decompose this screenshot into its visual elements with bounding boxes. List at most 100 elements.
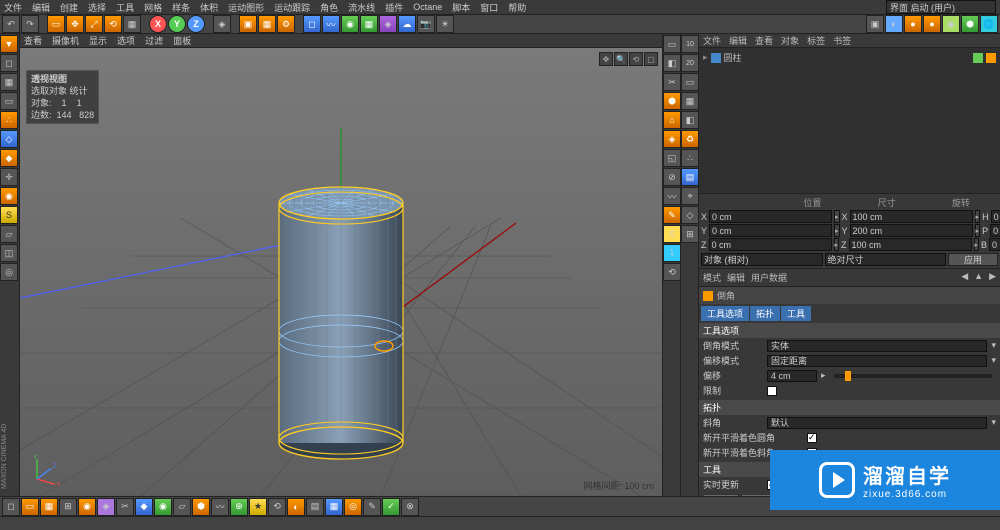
coord-apply-button[interactable]: 应用 <box>948 253 998 266</box>
bt-11[interactable]: 〰 <box>211 498 229 516</box>
snap-toggle[interactable]: S <box>0 206 18 224</box>
undo-button[interactable]: ↶ <box>2 15 20 33</box>
attr-mode[interactable]: 模式 <box>703 271 721 284</box>
palette-a13[interactable]: ⟲ <box>663 263 681 281</box>
vp-panel[interactable]: 面板 <box>173 34 191 47</box>
workplane-tool[interactable]: ▱ <box>0 225 18 243</box>
size-x-step[interactable]: ▸ <box>975 210 981 223</box>
subtab-tool[interactable]: 工具 <box>781 306 811 321</box>
deformer[interactable]: ◈ <box>379 15 397 33</box>
size-x[interactable] <box>850 210 973 223</box>
environment[interactable]: ☁ <box>398 15 416 33</box>
menu-tools[interactable]: 工具 <box>116 1 134 14</box>
vp-nav-max-icon[interactable]: ▢ <box>644 52 658 66</box>
phong-round-checkbox[interactable] <box>807 433 817 443</box>
limit-checkbox[interactable] <box>767 386 777 396</box>
attr-userdata[interactable]: 用户数据 <box>751 271 787 284</box>
coord-mode-select[interactable]: 对象 (相对) <box>701 253 823 266</box>
octane-2[interactable]: ◐ <box>885 15 903 33</box>
palette-a11[interactable]: S <box>663 225 681 243</box>
bt-4[interactable]: ◉ <box>78 498 96 516</box>
subtab-topology[interactable]: 拓扑 <box>750 306 780 321</box>
camera[interactable]: 📷 <box>417 15 435 33</box>
menu-plugins[interactable]: 插件 <box>385 1 403 14</box>
recent-tool[interactable]: ▦ <box>123 15 141 33</box>
bt-9[interactable]: ▱ <box>173 498 191 516</box>
bt-3[interactable]: ⊞ <box>59 498 77 516</box>
palette-a1[interactable]: ▭ <box>663 35 681 53</box>
vp-filter[interactable]: 过滤 <box>145 34 163 47</box>
mode-points[interactable]: ∴ <box>0 111 18 129</box>
bt-20[interactable]: ✓ <box>382 498 400 516</box>
move-tool[interactable]: ✥ <box>66 15 84 33</box>
vp-view[interactable]: 查看 <box>24 34 42 47</box>
menu-mograph[interactable]: 运动图形 <box>228 1 264 14</box>
axis-x-lock[interactable]: X <box>149 15 167 33</box>
light[interactable]: ☀ <box>436 15 454 33</box>
generator-array[interactable]: ▦ <box>360 15 378 33</box>
palette-a2[interactable]: ◧ <box>663 54 681 72</box>
bt-14[interactable]: ⟲ <box>268 498 286 516</box>
bevel-mode-select[interactable]: 实体 <box>767 340 987 352</box>
bt-5[interactable]: ◈ <box>97 498 115 516</box>
om-view[interactable]: 查看 <box>755 34 773 47</box>
menu-octane[interactable]: Octane <box>413 2 442 12</box>
om-edit[interactable]: 编辑 <box>729 34 747 47</box>
coord-system[interactable]: ◈ <box>213 15 231 33</box>
octane-6[interactable]: ⬢ <box>961 15 979 33</box>
bt-17[interactable]: ▦ <box>325 498 343 516</box>
palette-a3[interactable]: ✂ <box>663 73 681 91</box>
bt-15[interactable]: ◐ <box>287 498 305 516</box>
palette-b10[interactable]: ◇ <box>681 206 699 224</box>
menu-volume[interactable]: 体积 <box>200 1 218 14</box>
viewport-canvas[interactable]: 透视视图 选取对象 统计 对象: 1 1 边数: 144 828 网格间距: 1… <box>20 48 662 496</box>
rotate-tool[interactable]: ⟲ <box>104 15 122 33</box>
palette-a10[interactable]: ✎ <box>663 206 681 224</box>
offset-input[interactable]: 4 cm <box>767 370 817 382</box>
vp-display[interactable]: 显示 <box>89 34 107 47</box>
dropdown-icon[interactable]: ▾ <box>991 417 996 428</box>
select-tool[interactable]: ▭ <box>47 15 65 33</box>
menu-mesh[interactable]: 网格 <box>144 1 162 14</box>
vp-nav-orbit-icon[interactable]: ⟲ <box>629 52 643 66</box>
om-tags[interactable]: 标签 <box>807 34 825 47</box>
bt-1[interactable]: ▭ <box>21 498 39 516</box>
offset-slider[interactable] <box>834 374 992 378</box>
generator-subdiv[interactable]: ◉ <box>341 15 359 33</box>
bt-21[interactable]: ⊗ <box>401 498 419 516</box>
vp-nav-pan-icon[interactable]: ✥ <box>599 52 613 66</box>
rot-b[interactable] <box>989 238 1000 251</box>
palette-b11[interactable]: ⊞ <box>681 225 699 243</box>
attr-edit[interactable]: 编辑 <box>727 271 745 284</box>
palette-a4[interactable]: ⬢ <box>663 92 681 110</box>
palette-a8[interactable]: ⊘ <box>663 168 681 186</box>
mode-texture[interactable]: ▦ <box>0 73 18 91</box>
attr-nav-up-icon[interactable]: ▲ <box>974 271 983 284</box>
octane-1[interactable]: ▣ <box>866 15 884 33</box>
menu-create[interactable]: 创建 <box>60 1 78 14</box>
mode-workplane[interactable]: ▭ <box>0 92 18 110</box>
palette-b1[interactable]: 10 <box>681 35 699 53</box>
menu-character[interactable]: 角色 <box>320 1 338 14</box>
bt-8[interactable]: ◉ <box>154 498 172 516</box>
object-row-cylinder[interactable]: ▸ 圆柱 <box>701 50 998 65</box>
spline-pen[interactable]: 〰 <box>322 15 340 33</box>
make-editable[interactable]: ▼ <box>0 35 18 53</box>
mode-edges[interactable]: ◇ <box>0 130 18 148</box>
palette-b3[interactable]: ▭ <box>681 73 699 91</box>
object-manager[interactable]: ▸ 圆柱 <box>699 48 1000 194</box>
pos-z[interactable] <box>709 238 832 251</box>
bt-16[interactable]: ▤ <box>306 498 324 516</box>
octane-3[interactable]: ● <box>904 15 922 33</box>
viewport-solo[interactable]: ◉ <box>0 187 18 205</box>
attr-nav-fwd-icon[interactable]: ▶ <box>989 271 996 284</box>
menu-pipeline[interactable]: 流水线 <box>348 1 375 14</box>
om-bookmark[interactable]: 书签 <box>833 34 851 47</box>
bt-12[interactable]: ⊕ <box>230 498 248 516</box>
palette-a12[interactable]: ⌇ <box>663 244 681 262</box>
palette-b2[interactable]: 20 <box>681 54 699 72</box>
octane-7[interactable]: 🌐 <box>980 15 998 33</box>
menu-script[interactable]: 脚本 <box>452 1 470 14</box>
om-object[interactable]: 对象 <box>781 34 799 47</box>
palette-b4[interactable]: ▦ <box>681 92 699 110</box>
